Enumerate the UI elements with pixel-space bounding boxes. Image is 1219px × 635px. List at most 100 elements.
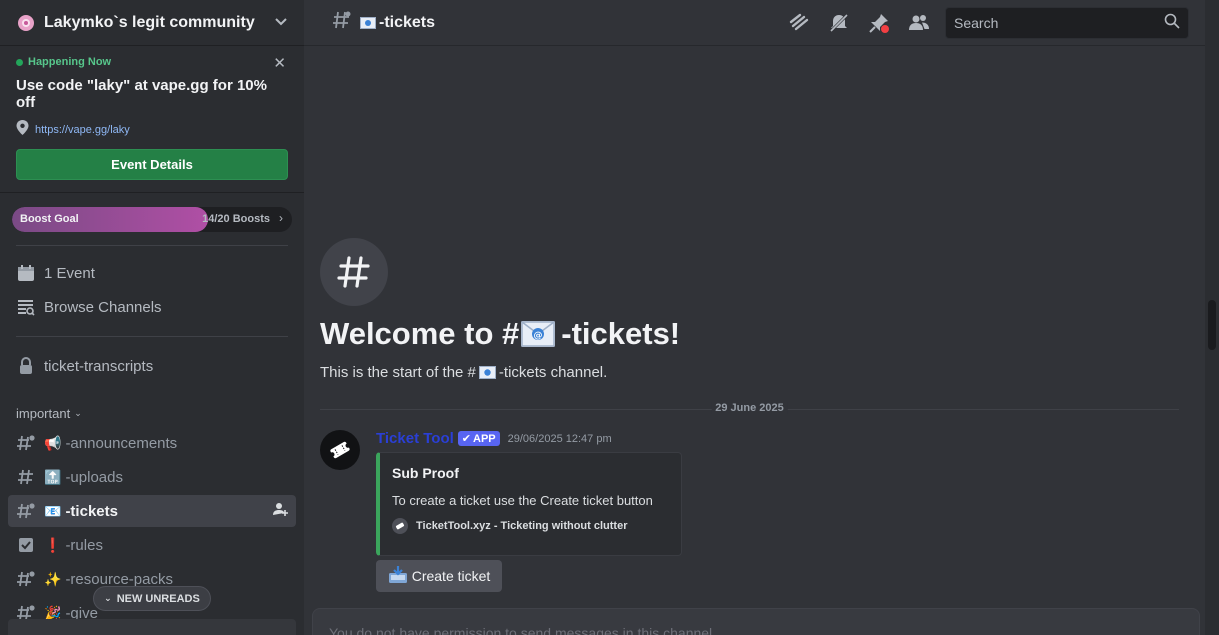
events-label: 1 Event bbox=[44, 264, 95, 282]
server-header[interactable]: Lakymko`s legit community bbox=[0, 0, 304, 46]
email-emoji-icon: @ bbox=[521, 321, 556, 347]
location-pin-icon bbox=[16, 120, 29, 140]
event-status-label: Happening Now bbox=[28, 56, 112, 68]
channel-name: -tickets bbox=[65, 502, 118, 520]
email-emoji-icon bbox=[360, 16, 376, 29]
chevron-down-icon: ⌄ bbox=[74, 407, 82, 418]
welcome-subtitle: This is the start of the # -tickets chan… bbox=[320, 364, 1190, 381]
hash-icon bbox=[16, 468, 36, 486]
app-badge-label: APP bbox=[473, 432, 496, 445]
channel-emoji: 📧 bbox=[44, 502, 62, 519]
channel-name: ticket-transcripts bbox=[44, 357, 154, 375]
category-important[interactable]: important ⌄ bbox=[0, 403, 304, 423]
sidebar: Lakymko`s legit community Happening Now … bbox=[0, 0, 304, 635]
message-timestamp: 29/06/2025 12:47 pm bbox=[507, 432, 612, 445]
channel-welcome: Welcome to # @ -tickets! This is the sta… bbox=[320, 238, 1190, 381]
create-ticket-button[interactable]: Create ticket bbox=[376, 560, 502, 592]
boost-label: Boost Goal bbox=[20, 213, 79, 225]
pin-icon[interactable] bbox=[867, 11, 891, 35]
channel-ticket-transcripts[interactable]: ticket-transcripts bbox=[0, 349, 304, 383]
divider bbox=[16, 336, 288, 337]
hash-thread-icon bbox=[16, 434, 36, 452]
rules-icon bbox=[16, 536, 36, 554]
channel-name: -announcements bbox=[65, 434, 178, 452]
embed-footer: TicketTool.xyz - Ticketing without clutt… bbox=[392, 518, 669, 534]
event-status: Happening Now bbox=[16, 56, 288, 68]
live-dot-icon bbox=[16, 58, 23, 66]
events-link[interactable]: 1 Event bbox=[0, 256, 304, 290]
hash-thread-icon bbox=[16, 502, 36, 520]
avatar[interactable] bbox=[320, 430, 360, 470]
lock-icon bbox=[16, 357, 36, 375]
search-placeholder: Search bbox=[954, 14, 999, 31]
window-scrollbar[interactable] bbox=[1205, 0, 1219, 635]
event-title: Use code "laky" at vape.gg for 10% off bbox=[16, 77, 267, 111]
event-details-button[interactable]: Event Details bbox=[16, 149, 288, 180]
checkmark-icon: ✔ bbox=[461, 433, 472, 445]
inbox-tray-icon bbox=[388, 565, 408, 587]
mute-bell-icon[interactable] bbox=[827, 11, 851, 35]
welcome-title-suffix: -tickets! bbox=[561, 316, 681, 351]
hash-thread-icon bbox=[332, 10, 352, 35]
channel-item[interactable]: 🔝 -uploads bbox=[8, 461, 296, 493]
welcome-sub-prefix: This is the start of the # bbox=[320, 364, 476, 381]
boost-goal-bar[interactable]: Boost Goal 14/20 Boosts › bbox=[12, 207, 292, 232]
search-icon bbox=[1164, 13, 1180, 32]
email-emoji-icon bbox=[478, 366, 496, 379]
embed-title: Sub Proof bbox=[392, 465, 459, 481]
channel-emoji: 🔝 bbox=[44, 468, 62, 485]
event-card: Happening Now ✕ Use code "laky" at vape.… bbox=[0, 46, 304, 193]
message-composer: You do not have permission to send messa… bbox=[312, 608, 1200, 635]
event-link[interactable]: https://vape.gg/laky bbox=[35, 124, 130, 136]
new-unreads-label: NEW UNREADS bbox=[116, 592, 200, 605]
new-unreads-button[interactable]: ⌄ NEW UNREADS bbox=[93, 586, 211, 611]
welcome-title-prefix: Welcome to # bbox=[320, 316, 520, 351]
threads-icon[interactable] bbox=[787, 11, 811, 35]
embed-footer-text: TicketTool.xyz - Ticketing without clutt… bbox=[416, 520, 628, 532]
chevron-down-icon: ⌄ bbox=[104, 593, 112, 603]
add-member-icon[interactable] bbox=[272, 501, 288, 521]
browse-channels-icon bbox=[16, 298, 36, 316]
channel-item[interactable]: 📢 -announcements bbox=[8, 427, 296, 459]
create-ticket-label: Create ticket bbox=[411, 568, 491, 584]
search-input[interactable]: Search bbox=[945, 6, 1189, 39]
server-icon bbox=[16, 13, 36, 33]
browse-channels-label: Browse Channels bbox=[44, 298, 162, 316]
channel-title-text: -tickets bbox=[379, 13, 436, 31]
chat-area: -tickets Search Welcome to # @ -tickets!… bbox=[304, 0, 1205, 635]
svg-text:@: @ bbox=[534, 331, 543, 341]
message-embed: Sub Proof To create a ticket use the Cre… bbox=[376, 452, 682, 556]
chevron-right-icon: › bbox=[279, 211, 283, 225]
channel-title: -tickets bbox=[360, 14, 435, 32]
member-list-icon[interactable] bbox=[907, 11, 931, 35]
category-label: important bbox=[16, 405, 71, 421]
channel-emoji: ✨ bbox=[44, 570, 62, 587]
event-location: https://vape.gg/laky bbox=[16, 120, 288, 140]
chevron-down-icon[interactable] bbox=[274, 14, 288, 31]
hash-thread-icon bbox=[16, 570, 36, 588]
channel-emoji: 📢 bbox=[44, 434, 62, 451]
browse-channels-link[interactable]: Browse Channels bbox=[0, 290, 304, 324]
calendar-icon bbox=[16, 264, 36, 282]
app-badge: ✔ APP bbox=[457, 431, 500, 446]
ticket-icon bbox=[392, 518, 408, 534]
message-author[interactable]: Ticket Tool bbox=[376, 430, 454, 447]
channel-name: -resource-packs bbox=[65, 570, 173, 588]
embed-description: To create a ticket use the Create ticket… bbox=[392, 493, 653, 508]
user-panel bbox=[8, 619, 296, 635]
channel-item[interactable]: 📧 -tickets bbox=[8, 495, 296, 527]
channel-emoji: ❗ bbox=[44, 536, 62, 553]
channel-item[interactable]: ❗ -rules bbox=[8, 529, 296, 561]
boost-count: 14/20 Boosts bbox=[202, 213, 270, 225]
close-icon[interactable]: ✕ bbox=[273, 54, 286, 72]
channel-header: -tickets Search bbox=[304, 0, 1205, 46]
welcome-sub-suffix: -tickets channel. bbox=[498, 364, 608, 381]
welcome-title: Welcome to # @ -tickets! bbox=[320, 316, 1190, 352]
message-header: Ticket Tool ✔ APP 29/06/2025 12:47 pm bbox=[376, 430, 612, 447]
scrollbar-thumb[interactable] bbox=[1208, 300, 1216, 350]
channel-name: -rules bbox=[65, 536, 103, 554]
channel-name: -uploads bbox=[65, 468, 123, 486]
server-name: Lakymko`s legit community bbox=[44, 13, 255, 31]
divider bbox=[16, 245, 288, 246]
date-divider: 29 June 2025 bbox=[320, 402, 1179, 416]
